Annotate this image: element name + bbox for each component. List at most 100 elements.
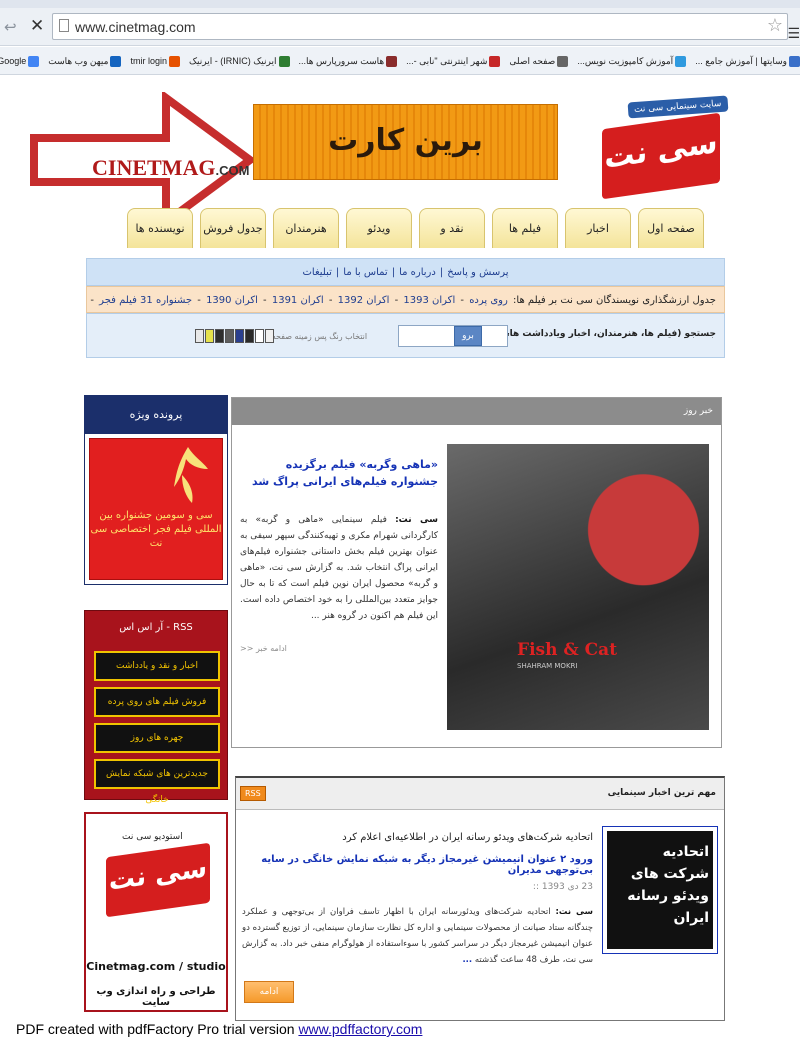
news-image-text: اتحادیه شرکت های ویدئو رسانه ایران (627, 844, 709, 926)
news-date: 23 دی 1393 :: (532, 882, 593, 892)
fajr-festival-banner[interactable]: سی و سومین جشنواره بین المللی فیلم فجر ا… (89, 438, 223, 580)
info-link[interactable]: تماس با ما (343, 267, 387, 278)
simorgh-icon (174, 447, 208, 503)
address-bar[interactable]: www.cinetmag.com ☆ (52, 13, 788, 40)
bookmark-item[interactable]: شهر اینترنتی "نابی -... (406, 47, 501, 74)
news-title[interactable]: ورود ۲ عنوان انیمیشن غیرمجاز دیگر به شبک… (248, 854, 593, 876)
bookmark-item[interactable]: میهن وب هاست (48, 47, 122, 74)
tab-item[interactable]: جدول فروش (200, 208, 266, 248)
bookmark-label: هاست سرورپارس ها... (298, 56, 385, 66)
tab-item[interactable]: اخبار (565, 208, 631, 248)
tab-item[interactable]: فیلم ها (492, 208, 558, 248)
banner-text: برین کارت (328, 123, 483, 158)
special-file-box: پرونده ویژه سی و سومین جشنواره بین الملل… (84, 395, 228, 585)
color-swatch[interactable] (265, 329, 274, 343)
bookmark-favicon-icon (789, 56, 800, 68)
bookmark-favicon-icon (28, 56, 40, 68)
bookmark-label: آموزش کامپوزیت نویس... (577, 56, 674, 66)
menu-icon[interactable]: ☰ (787, 26, 800, 42)
bookmark-item[interactable]: Google (0, 47, 40, 74)
featured-body: سی نت: فیلم سینمایی «ماهی و گربه» به کار… (240, 512, 438, 624)
bookmark-item[interactable]: هاست سرورپارس ها... (298, 47, 398, 74)
rss-feed-link[interactable]: فروش فیلم های روی پرده (94, 687, 220, 717)
browser-tab-strip (0, 0, 800, 8)
fish-and-cat-poster[interactable]: Fish & Cat SHAHRAM MOKRI (447, 444, 709, 730)
bookmark-item[interactable]: صفحه اصلی (509, 47, 569, 74)
search-button[interactable]: برو (454, 326, 482, 346)
tab-item[interactable]: نویسنده ها (127, 208, 193, 248)
bookmark-label: وسایتها | آموزش جامع ... (695, 56, 787, 66)
link-separator: | (335, 267, 340, 278)
logo-mark: سی نت (602, 112, 720, 200)
link-separator: - (194, 295, 205, 306)
studio-ad[interactable]: استودیو سی نت سی نت Cinetmag.com / studi… (84, 812, 228, 1012)
bookmark-item[interactable]: tmir login (130, 47, 180, 74)
bookmark-label: میهن وب هاست (48, 56, 109, 66)
news-body: سی نت: اتحادیه شرکت‌های ویدئورسانه ایران… (242, 904, 593, 968)
address-row: ↩ ✕ www.cinetmag.com ☆ ☰ (0, 8, 800, 46)
url-text[interactable]: www.cinetmag.com (75, 19, 196, 35)
link-separator: - (325, 295, 336, 306)
pdf-footer: PDF created with pdfFactory Pro trial ve… (16, 1021, 423, 1037)
top-banner-ad[interactable]: برین کارت (253, 104, 558, 180)
color-swatch[interactable] (215, 329, 224, 343)
tab-item[interactable]: هنرمندان (273, 208, 339, 248)
release-link[interactable]: روی پرده (469, 295, 508, 306)
bookmark-item[interactable]: وسایتها | آموزش جامع ... (695, 47, 800, 74)
info-link[interactable]: پرسش و پاسخ (447, 267, 508, 278)
bookmark-item[interactable]: ایرنیک (IRNIC) - ایرنیک (189, 47, 290, 74)
news-kicker: اتحادیه شرکت‌های ویدئو رسانه ایران در اط… (342, 832, 593, 843)
featured-text: فیلم سینمایی «ماهی و گربه» به کارگردانی … (240, 515, 438, 621)
tab-item[interactable]: نقد و یادداشت (419, 208, 485, 275)
back-arrow-icon[interactable]: ↩ (4, 18, 17, 36)
bookmark-item[interactable]: آموزش کامپوزیت نویس... (577, 47, 687, 74)
pdffactory-link[interactable]: www.pdffactory.com (298, 1021, 422, 1037)
info-link[interactable]: درباره ما (399, 267, 436, 278)
link-separator: | (391, 267, 396, 278)
release-link[interactable]: اکران 1393 (403, 295, 455, 306)
color-swatch[interactable] (195, 329, 204, 343)
color-swatch[interactable] (225, 329, 234, 343)
featured-more-link[interactable]: ادامه خبر << (240, 644, 287, 653)
bookmark-favicon-icon (557, 56, 569, 68)
close-icon[interactable]: ✕ (30, 16, 44, 36)
pdf-footer-text: PDF created with pdfFactory Pro trial ve… (16, 1021, 299, 1037)
release-link[interactable]: اکران 1392 (338, 295, 390, 306)
link-separator: - (391, 295, 402, 306)
tab-item[interactable]: صفحه اول (638, 208, 704, 248)
bookmark-favicon-icon (110, 56, 122, 68)
release-link[interactable]: اکران 1391 (272, 295, 324, 306)
rss-feed-link[interactable]: اخبار و نقد و یادداشت (94, 651, 220, 681)
cinetmag-logo[interactable]: CINETMAG.COM (92, 155, 249, 181)
cinetmag-logo-suffix: .COM (215, 163, 250, 178)
color-swatch[interactable] (245, 329, 254, 343)
rss-icon[interactable]: RSS (240, 786, 266, 801)
bookmark-favicon-icon (489, 56, 501, 68)
news-more-button[interactable]: ادامه (244, 981, 294, 1003)
link-separator: - (457, 295, 468, 306)
main-tabs: صفحه اولاخبارفیلم هانقد و یادداشتویدئوهن… (120, 208, 704, 275)
color-swatch[interactable] (205, 329, 214, 343)
color-picker-label: انتخاب رنگ پس زمینه صفحه: (269, 332, 368, 341)
release-link[interactable]: اکران 1390 (206, 295, 258, 306)
rss-feed-link[interactable]: چهره های روز (94, 723, 220, 753)
news-image[interactable]: اتحادیه شرکت های ویدئو رسانه ایران (602, 826, 718, 954)
info-link[interactable]: تبلیغات (302, 267, 331, 278)
color-swatch[interactable] (235, 329, 244, 343)
star-icon[interactable]: ☆ (767, 15, 783, 36)
featured-title[interactable]: «ماهی وگربه» فیلم برگزیده جشنواره فیلم‌ه… (240, 456, 438, 490)
release-link[interactable]: جشنواره 31 فیلم فجر (99, 295, 192, 306)
rss-feed-link[interactable]: جدیدترین های شبکه نمایش خانگی (94, 759, 220, 805)
studio-logo: استودیو سی نت سی نت (92, 820, 220, 930)
news-more-ellipsis[interactable]: ... (462, 955, 472, 965)
search-input[interactable] (398, 325, 508, 347)
site-logo[interactable]: سی نت سایت سینمایی سی نت (598, 95, 729, 200)
news-heading: مهم ترین اخبار سینمایی (607, 788, 716, 798)
bookmark-favicon-icon (169, 56, 180, 68)
tab-item[interactable]: ویدئو (346, 208, 412, 248)
studio-mark-text: سی نت (108, 853, 208, 897)
studio-tag: استودیو سی نت (122, 832, 183, 842)
color-swatch[interactable] (255, 329, 264, 343)
news-source: سی نت: (555, 907, 594, 917)
bookmark-label: صفحه اصلی (509, 56, 556, 66)
